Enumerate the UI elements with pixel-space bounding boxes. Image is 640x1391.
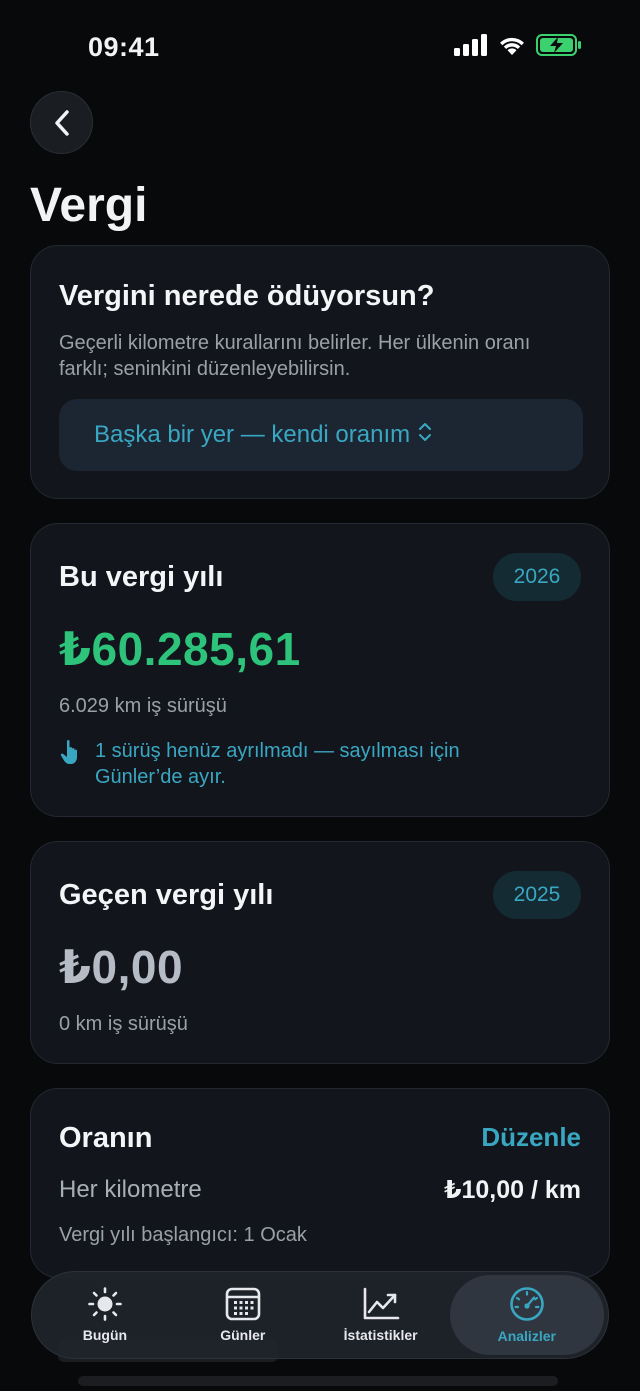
gauge-icon [509,1287,544,1321]
tax-location-selected-value: Başka bir yer — kendi oranım [94,421,411,448]
chevron-left-icon [54,109,69,136]
previous-tax-year-card: Geçen vergi yılı 2025 ₺0,00 0 km iş sürü… [30,841,610,1064]
sun-icon [88,1287,122,1321]
back-button[interactable] [30,91,93,154]
tax-location-description: Geçerli kilometre kurallarını belirler. … [59,332,531,380]
wifi-icon [500,37,524,55]
tab-analyses-label: Analizler [497,1328,556,1344]
tax-location-title: Vergini nerede ödüyorsun? [59,280,435,312]
battery-charging-icon [536,34,581,56]
tab-days-label: Günler [220,1327,266,1343]
previous-tax-amount: ₺0,00 [59,941,184,993]
current-tax-amount: ₺60.285,61 [59,623,301,675]
status-time: 09:41 [88,32,160,62]
previous-business-km: 0 km iş sürüşü [59,1013,188,1035]
unassigned-trip-notice[interactable]: 1 sürüş henüz ayrılmadı — sayılması için… [59,738,515,790]
tab-statistics[interactable]: İstatistikler [312,1275,450,1355]
previous-year-badge: 2025 [493,871,581,919]
tax-location-card: Vergini nerede ödüyorsun? Geçerli kilome… [30,245,610,499]
current-year-badge: 2026 [493,553,581,601]
tab-bar: Bugün Günler İstatistikler Analizler [31,1271,609,1359]
tab-today-label: Bugün [82,1327,128,1343]
previous-tax-year-title: Geçen vergi yılı [59,879,274,911]
current-tax-year-card: Bu vergi yılı 2026 ₺60.285,61 6.029 km i… [30,523,610,817]
unassigned-trip-notice-text: 1 sürüş henüz ayrılmadı — sayılması için… [95,740,460,788]
signal-icon [454,34,487,56]
edit-rate-button[interactable]: Düzenle [481,1122,581,1153]
tab-days[interactable]: Günler [174,1275,312,1355]
tab-statistics-label: İstatistikler [343,1327,418,1343]
tax-year-start: Vergi yılı başlangıcı: 1 Ocak [59,1224,307,1246]
hand-pointer-icon [60,740,77,764]
rate-value: ₺10,00 / km [444,1176,581,1204]
tab-analyses[interactable]: Analizler [449,1275,604,1355]
chart-icon [363,1287,399,1320]
current-tax-year-title: Bu vergi yılı [59,561,224,593]
status-bar: 09:41 [0,0,640,94]
calendar-icon [225,1287,261,1321]
tax-location-select[interactable]: Başka bir yer — kendi oranım [59,399,583,471]
chevron-up-down-icon [418,421,432,450]
tab-today[interactable]: Bugün [36,1275,174,1355]
status-icons [454,34,582,56]
rate-label: Her kilometre [59,1176,202,1203]
current-business-km: 6.029 km iş sürüşü [59,695,227,717]
rate-card: Oranın Düzenle Her kilometre ₺10,00 / km… [30,1088,610,1278]
page-title: Vergi [30,179,148,232]
rate-title: Oranın [59,1122,153,1154]
